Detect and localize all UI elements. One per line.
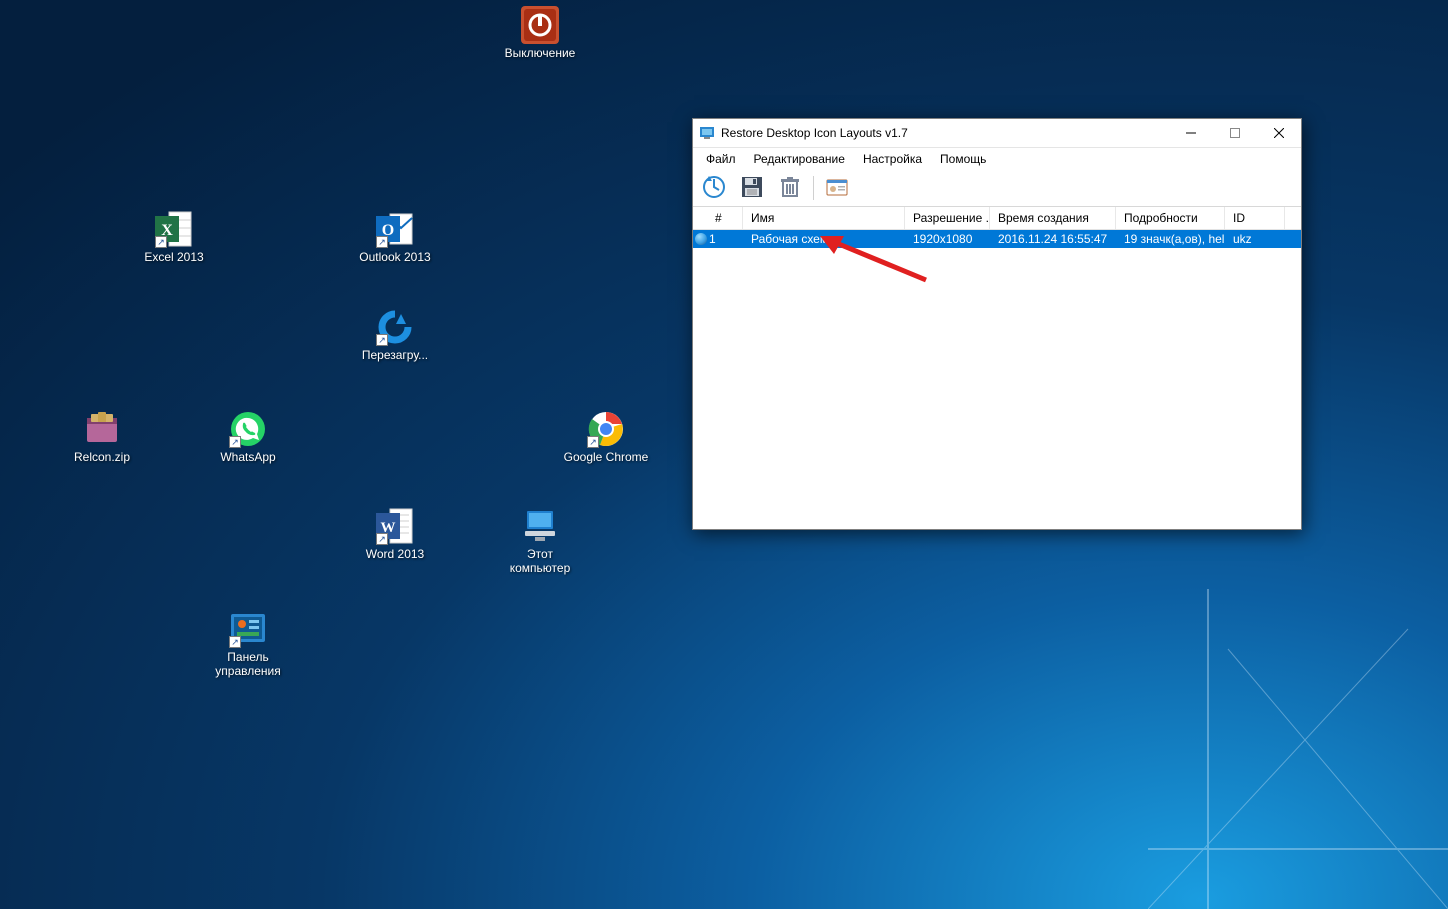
- shortcut-arrow-icon: ↗: [376, 334, 388, 346]
- shortcut-arrow-icon: ↗: [155, 236, 167, 248]
- desktop-icon-label: Панель управления: [205, 650, 291, 678]
- row-status-icon: [695, 233, 707, 245]
- desktop-icon-whatsapp[interactable]: ↗ WhatsApp: [205, 410, 291, 464]
- shortcut-arrow-icon: ↗: [376, 533, 388, 545]
- minimize-button[interactable]: [1169, 119, 1213, 147]
- delete-button[interactable]: [775, 173, 805, 203]
- excel-icon: X ↗: [155, 210, 193, 248]
- row-resolution: 1920x1080: [905, 232, 990, 246]
- desktop-icon-outlook[interactable]: O ↗ Outlook 2013: [352, 210, 438, 264]
- id-card-icon: [826, 176, 848, 201]
- desktop-icon-label: Google Chrome: [563, 450, 649, 464]
- chrome-icon: ↗: [587, 410, 625, 448]
- menu-settings[interactable]: Настройка: [854, 150, 931, 168]
- shortcut-arrow-icon: ↗: [587, 436, 599, 448]
- desktop-icon-label: Этот компьютер: [497, 547, 583, 575]
- zip-icon: [83, 410, 121, 448]
- background-light-beams: [1148, 589, 1448, 909]
- close-button[interactable]: [1257, 119, 1301, 147]
- list-header: # Имя Разрешение ... Время создания Подр…: [693, 207, 1301, 230]
- trash-icon: [779, 176, 801, 201]
- desktop-icon-label: Relcon.zip: [59, 450, 145, 464]
- column-resolution[interactable]: Разрешение ...: [905, 207, 990, 229]
- restore-icon: [702, 175, 726, 202]
- desktop-icon-label: WhatsApp: [205, 450, 291, 464]
- row-name: Рабочая схема: [743, 232, 905, 246]
- app-icon: [699, 125, 715, 141]
- desktop-icon-label: Word 2013: [352, 547, 438, 561]
- table-row[interactable]: 1 Рабочая схема 1920x1080 2016.11.24 16:…: [693, 230, 1301, 248]
- maximize-button[interactable]: [1213, 119, 1257, 147]
- column-created[interactable]: Время создания: [990, 207, 1116, 229]
- window-title: Restore Desktop Icon Layouts v1.7: [721, 126, 1169, 140]
- shortcut-arrow-icon: ↗: [229, 636, 241, 648]
- outlook-icon: O ↗: [376, 210, 414, 248]
- app-window: Restore Desktop Icon Layouts v1.7 Файл Р…: [692, 118, 1302, 530]
- row-number: 1: [709, 232, 716, 246]
- desktop-icon-label: Перезагру...: [352, 348, 438, 362]
- restart-icon: ↗: [376, 308, 414, 346]
- desktop-icon-restart[interactable]: ↗ Перезагру...: [352, 308, 438, 362]
- desktop-icon-shutdown[interactable]: Выключение: [497, 6, 583, 60]
- toolbar: [693, 170, 1301, 207]
- desktop-icon-thispc[interactable]: Этот компьютер: [497, 507, 583, 575]
- computer-icon: [521, 507, 559, 545]
- user-button[interactable]: [822, 173, 852, 203]
- desktop-icon-excel[interactable]: X ↗ Excel 2013: [131, 210, 217, 264]
- desktop-icon-label: Excel 2013: [131, 250, 217, 264]
- menubar: Файл Редактирование Настройка Помощь: [693, 148, 1301, 170]
- save-button[interactable]: [737, 173, 767, 203]
- whatsapp-icon: ↗: [229, 410, 267, 448]
- row-details: 19 значк(а,ов), help: [1116, 232, 1225, 246]
- desktop-icon-word[interactable]: W ↗ Word 2013: [352, 507, 438, 561]
- shortcut-arrow-icon: ↗: [229, 436, 241, 448]
- shutdown-icon: [521, 6, 559, 44]
- word-icon: W ↗: [376, 507, 414, 545]
- column-details[interactable]: Подробности: [1116, 207, 1225, 229]
- menu-help[interactable]: Помощь: [931, 150, 995, 168]
- desktop-icon-controlpanel[interactable]: ↗ Панель управления: [205, 610, 291, 678]
- titlebar[interactable]: Restore Desktop Icon Layouts v1.7: [693, 119, 1301, 148]
- desktop-icon-label: Выключение: [497, 46, 583, 60]
- column-id[interactable]: ID: [1225, 207, 1285, 229]
- row-created: 2016.11.24 16:55:47: [990, 232, 1116, 246]
- desktop-icon-chrome[interactable]: ↗ Google Chrome: [563, 410, 649, 464]
- floppy-icon: [741, 176, 763, 201]
- column-num[interactable]: #: [693, 207, 743, 229]
- menu-file[interactable]: Файл: [697, 150, 745, 168]
- control-panel-icon: ↗: [229, 610, 267, 648]
- restore-button[interactable]: [699, 173, 729, 203]
- desktop-icon-label: Outlook 2013: [352, 250, 438, 264]
- row-id: ukz: [1225, 232, 1285, 246]
- toolbar-separator: [813, 176, 814, 200]
- menu-edit[interactable]: Редактирование: [745, 150, 854, 168]
- desktop-icon-relcon[interactable]: Relcon.zip: [59, 410, 145, 464]
- column-name[interactable]: Имя: [743, 207, 905, 229]
- shortcut-arrow-icon: ↗: [376, 236, 388, 248]
